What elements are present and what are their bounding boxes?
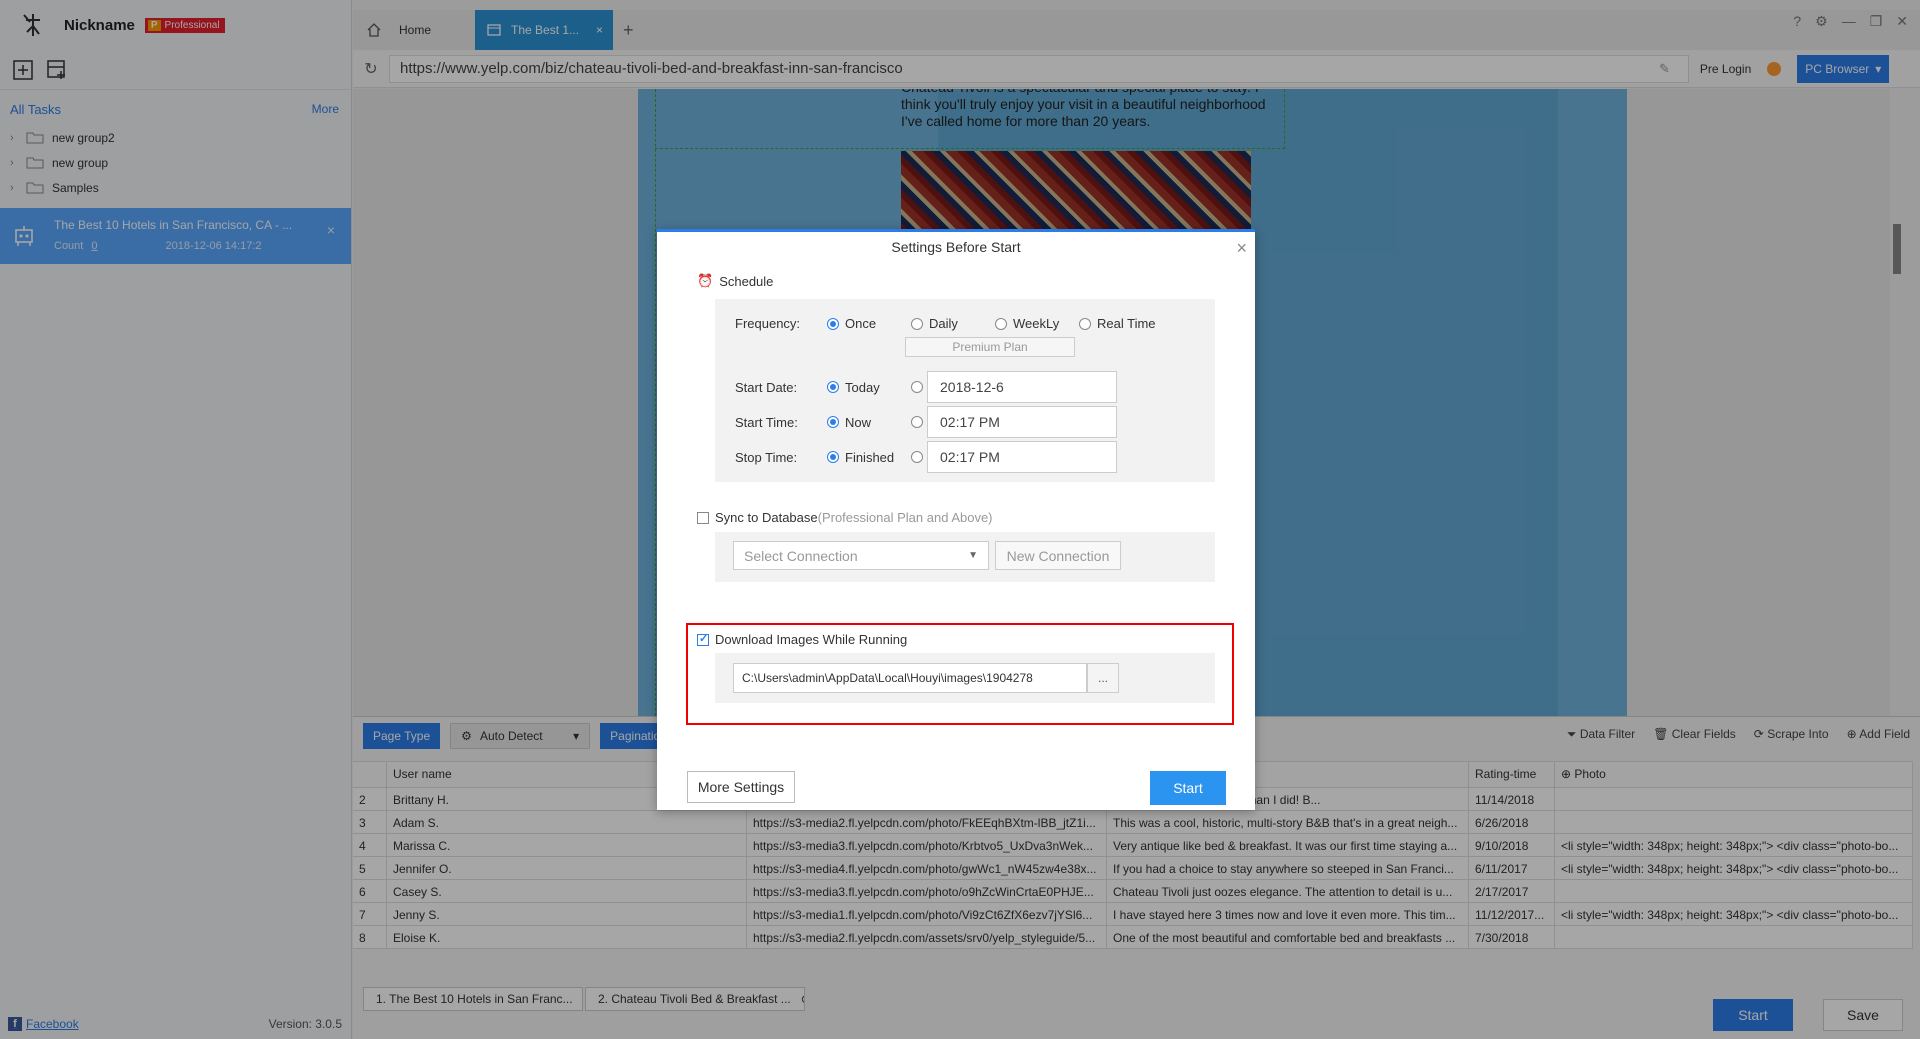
start-date-label: Start Date: <box>735 379 798 395</box>
start-time-field[interactable]: 02:17 PM <box>927 406 1117 438</box>
start-date-field[interactable]: 2018-12-6 <box>927 371 1117 403</box>
premium-plan-button[interactable]: Premium Plan <box>905 337 1075 357</box>
stop-time-field[interactable]: 02:17 PM <box>927 441 1117 473</box>
start-time-custom-radio[interactable] <box>911 416 923 428</box>
settings-dialog: Settings Before Start × ⏰ Schedule Frequ… <box>657 229 1255 810</box>
start-time-row: Start Time: Now 02:17 PM <box>735 406 1117 438</box>
download-images-label: Download Images While Running <box>715 632 908 647</box>
download-path-panel: C:\Users\admin\AppData\Local\Houyi\image… <box>715 653 1215 703</box>
frequency-row: Frequency: Once Daily WeekLy Real Time <box>735 316 1156 331</box>
schedule-label: Schedule <box>719 273 774 289</box>
freq-option-label: Once <box>845 316 877 331</box>
browse-button[interactable]: ... <box>1087 663 1119 693</box>
radio-dot <box>1079 317 1091 330</box>
start-time-now-radio[interactable]: Now <box>827 415 911 430</box>
radio-dot <box>827 416 839 428</box>
radio-dot <box>827 381 839 393</box>
stop-time-finished-radio[interactable]: Finished <box>827 450 911 465</box>
freq-option-label: WeekLy <box>1013 316 1060 331</box>
start-date-today-radio[interactable]: Today <box>827 380 911 395</box>
dialog-title: Settings Before Start <box>891 239 1021 255</box>
finished-label: Finished <box>845 449 895 465</box>
download-images-header[interactable]: Download Images While Running <box>697 632 907 647</box>
stop-time-row: Stop Time: Finished 02:17 PM <box>735 441 1117 473</box>
radio-dot <box>911 317 923 330</box>
sync-db-header[interactable]: Sync to Database (Professional Plan and A… <box>697 510 993 525</box>
frequency-weekly-radio[interactable]: WeekLy <box>995 316 1079 331</box>
more-settings-button[interactable]: More Settings <box>687 771 795 803</box>
new-connection-button[interactable]: New Connection <box>995 541 1121 570</box>
select-connection-label: Select Connection <box>744 547 858 564</box>
dialog-start-button[interactable]: Start <box>1150 771 1226 805</box>
caret-down-icon: ▼ <box>968 550 978 561</box>
sync-db-panel: Select Connection ▼ New Connection <box>715 532 1215 582</box>
download-path-field[interactable]: C:\Users\admin\AppData\Local\Houyi\image… <box>733 663 1087 693</box>
frequency-daily-radio[interactable]: Daily <box>911 316 995 331</box>
freq-option-label: Daily <box>929 316 958 331</box>
stop-time-label: Stop Time: <box>735 449 798 465</box>
radio-dot <box>827 317 839 330</box>
freq-option-label: Real Time <box>1097 316 1156 331</box>
close-dialog-icon[interactable]: × <box>1236 238 1247 259</box>
radio-dot <box>995 317 1007 330</box>
today-label: Today <box>845 379 880 395</box>
radio-dot <box>827 451 839 463</box>
modal-overlay: Settings Before Start × ⏰ Schedule Frequ… <box>0 0 1920 1039</box>
start-date-custom-radio[interactable] <box>911 381 923 393</box>
schedule-panel: Frequency: Once Daily WeekLy Real Time P… <box>715 299 1215 482</box>
stop-time-custom-radio[interactable] <box>911 451 923 463</box>
select-connection-dropdown[interactable]: Select Connection ▼ <box>733 541 989 570</box>
frequency-realtime-radio[interactable]: Real Time <box>1079 316 1156 331</box>
sync-db-label: Sync to Database <box>715 510 818 525</box>
frequency-once-radio[interactable]: Once <box>827 316 911 331</box>
download-images-checkbox[interactable] <box>697 632 709 646</box>
sync-db-sublabel: (Professional Plan and Above) <box>817 510 993 525</box>
sync-db-checkbox[interactable] <box>697 511 709 524</box>
frequency-label: Frequency: <box>735 316 801 331</box>
start-time-label: Start Time: <box>735 414 798 430</box>
alarm-clock-icon: ⏰ <box>697 273 714 288</box>
now-label: Now <box>845 414 872 430</box>
schedule-header: ⏰ Schedule <box>697 273 773 289</box>
start-date-row: Start Date: Today 2018-12-6 <box>735 371 1117 403</box>
